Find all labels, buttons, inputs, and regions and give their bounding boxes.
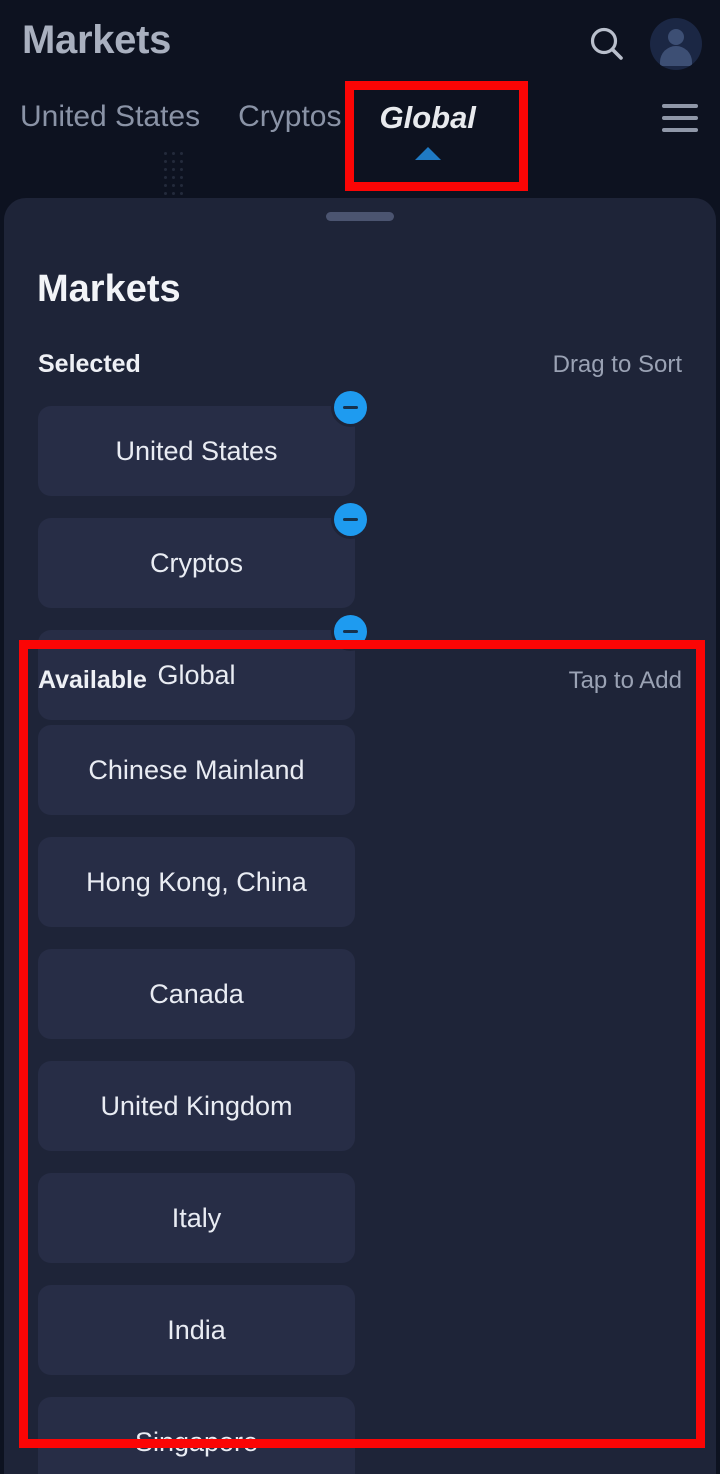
drag-dot	[172, 160, 175, 163]
minus-glyph	[343, 629, 358, 634]
available-market-chip[interactable]: India	[38, 1285, 355, 1375]
menu-bar-1	[662, 104, 698, 108]
markets-bottom-sheet: Markets Selected Drag to Sort United Sta…	[4, 198, 716, 1474]
minus-circle-icon[interactable]	[334, 391, 367, 424]
markets-screen: Markets United States Cryptos Global Mar…	[0, 0, 720, 1474]
selected-section-header: Selected Drag to Sort	[4, 350, 716, 379]
available-market-chip[interactable]: Hong Kong, China	[38, 837, 355, 927]
available-market-chip[interactable]: Chinese Mainland	[38, 725, 355, 815]
tap-to-add-hint: Tap to Add	[568, 667, 682, 694]
selected-market-chip[interactable]: Cryptos	[38, 503, 367, 608]
available-section-header: Available Tap to Add	[4, 666, 716, 695]
header-icon-group	[586, 18, 702, 70]
drag-dot	[180, 160, 183, 163]
drag-dot	[172, 192, 175, 195]
drag-to-sort-hint: Drag to Sort	[552, 351, 682, 378]
drag-dot	[180, 184, 183, 187]
search-icon[interactable]	[586, 23, 628, 65]
available-markets-grid: Chinese Mainland Hong Kong, China Canada Un…	[4, 725, 716, 1474]
available-market-chip[interactable]: Canada	[38, 949, 355, 1039]
avatar-head-shape	[668, 29, 684, 45]
chip-label: Cryptos	[149, 547, 244, 578]
chip-label: India	[167, 1314, 226, 1345]
minus-circle-icon[interactable]	[334, 503, 367, 536]
tab-label: United States	[20, 100, 201, 133]
available-section: Available Tap to Add Chinese Mainland Hon…	[4, 666, 716, 1474]
chip-label: Chinese Mainland	[88, 754, 305, 785]
minus-circle-icon[interactable]	[334, 615, 367, 648]
avatar[interactable]	[650, 18, 702, 70]
selected-market-chip[interactable]: United States	[38, 391, 367, 496]
tab-label: Cryptos	[238, 100, 342, 133]
menu-bar-3	[662, 128, 698, 132]
drag-dot	[172, 176, 175, 179]
tab-cryptos[interactable]: Cryptos	[238, 100, 341, 140]
chip-label: Canada	[149, 978, 244, 1009]
drag-dot	[172, 152, 175, 155]
chip-label: Singapore	[134, 1426, 259, 1457]
avatar-body-shape	[660, 46, 692, 66]
sheet-drag-handle[interactable]	[326, 212, 394, 221]
menu-bar-2	[662, 116, 698, 120]
app-header: Markets United States Cryptos Global	[0, 0, 720, 198]
drag-dot	[180, 168, 183, 171]
available-label: Available	[38, 666, 147, 694]
drag-dot	[180, 176, 183, 179]
tab-global[interactable]: Global	[379, 100, 476, 160]
tab-united-states[interactable]: United States	[20, 100, 200, 140]
chip-label: Italy	[171, 1202, 222, 1233]
selected-label: Selected	[38, 350, 141, 378]
drag-dot	[164, 176, 167, 179]
available-market-chip[interactable]: Singapore	[38, 1397, 355, 1474]
available-market-chip[interactable]: United Kingdom	[38, 1061, 355, 1151]
drag-dot	[172, 168, 175, 171]
drag-dot	[164, 160, 167, 163]
market-tabs: United States Cryptos Global	[20, 100, 476, 160]
drag-dot	[172, 184, 175, 187]
hamburger-menu-icon[interactable]	[662, 104, 698, 132]
tab-label: Global	[379, 100, 476, 135]
drag-dot	[180, 192, 183, 195]
drag-dot-grid-icon	[164, 152, 188, 198]
active-tab-caret-icon	[414, 147, 441, 160]
chip-label: United Kingdom	[100, 1090, 293, 1121]
available-market-chip[interactable]: Italy	[38, 1173, 355, 1263]
drag-dot	[180, 152, 183, 155]
page-title: Markets	[22, 18, 172, 62]
sheet-title: Markets	[37, 268, 181, 310]
minus-glyph	[343, 405, 358, 410]
chip-label: Hong Kong, China	[86, 866, 307, 897]
drag-dot	[164, 192, 167, 195]
chip-label: United States	[115, 435, 278, 466]
minus-glyph	[343, 517, 358, 522]
drag-dot	[164, 152, 167, 155]
drag-dot	[164, 168, 167, 171]
drag-dot	[164, 184, 167, 187]
